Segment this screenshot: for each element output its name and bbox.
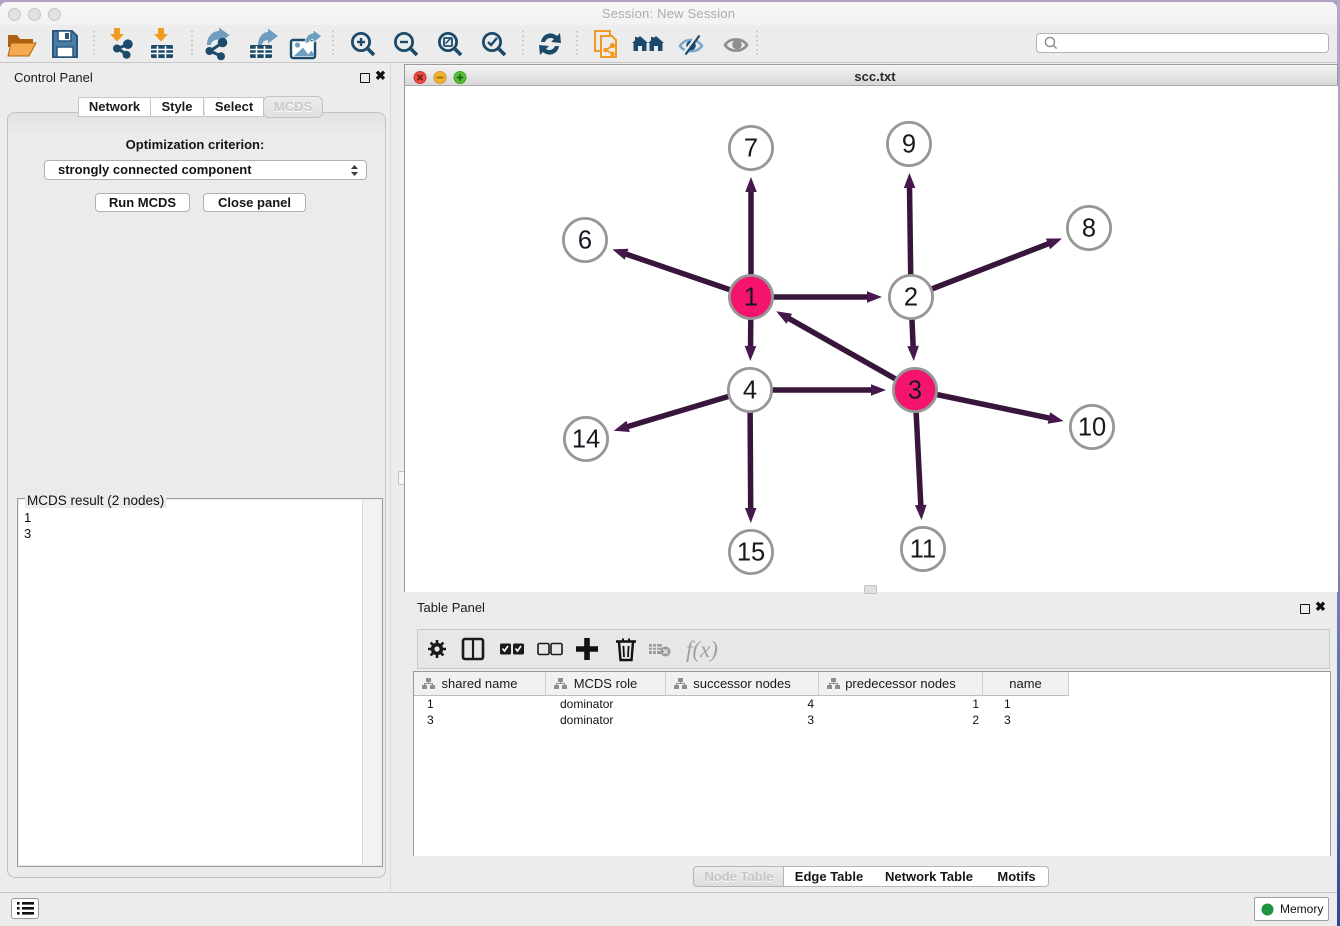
svg-text:7: 7 bbox=[744, 135, 758, 163]
svg-text:3: 3 bbox=[908, 377, 922, 405]
svg-text:8: 8 bbox=[1082, 215, 1096, 243]
svg-text:2: 2 bbox=[904, 284, 918, 312]
svg-text:1: 1 bbox=[744, 284, 758, 312]
svg-text:11: 11 bbox=[910, 536, 936, 564]
svg-text:9: 9 bbox=[902, 131, 916, 159]
svg-text:10: 10 bbox=[1078, 414, 1106, 442]
svg-text:f(x): f(x) bbox=[686, 637, 718, 662]
svg-text:15: 15 bbox=[737, 539, 765, 567]
svg-text:14: 14 bbox=[572, 426, 600, 454]
svg-text:6: 6 bbox=[578, 227, 592, 255]
svg-text:4: 4 bbox=[743, 377, 757, 405]
